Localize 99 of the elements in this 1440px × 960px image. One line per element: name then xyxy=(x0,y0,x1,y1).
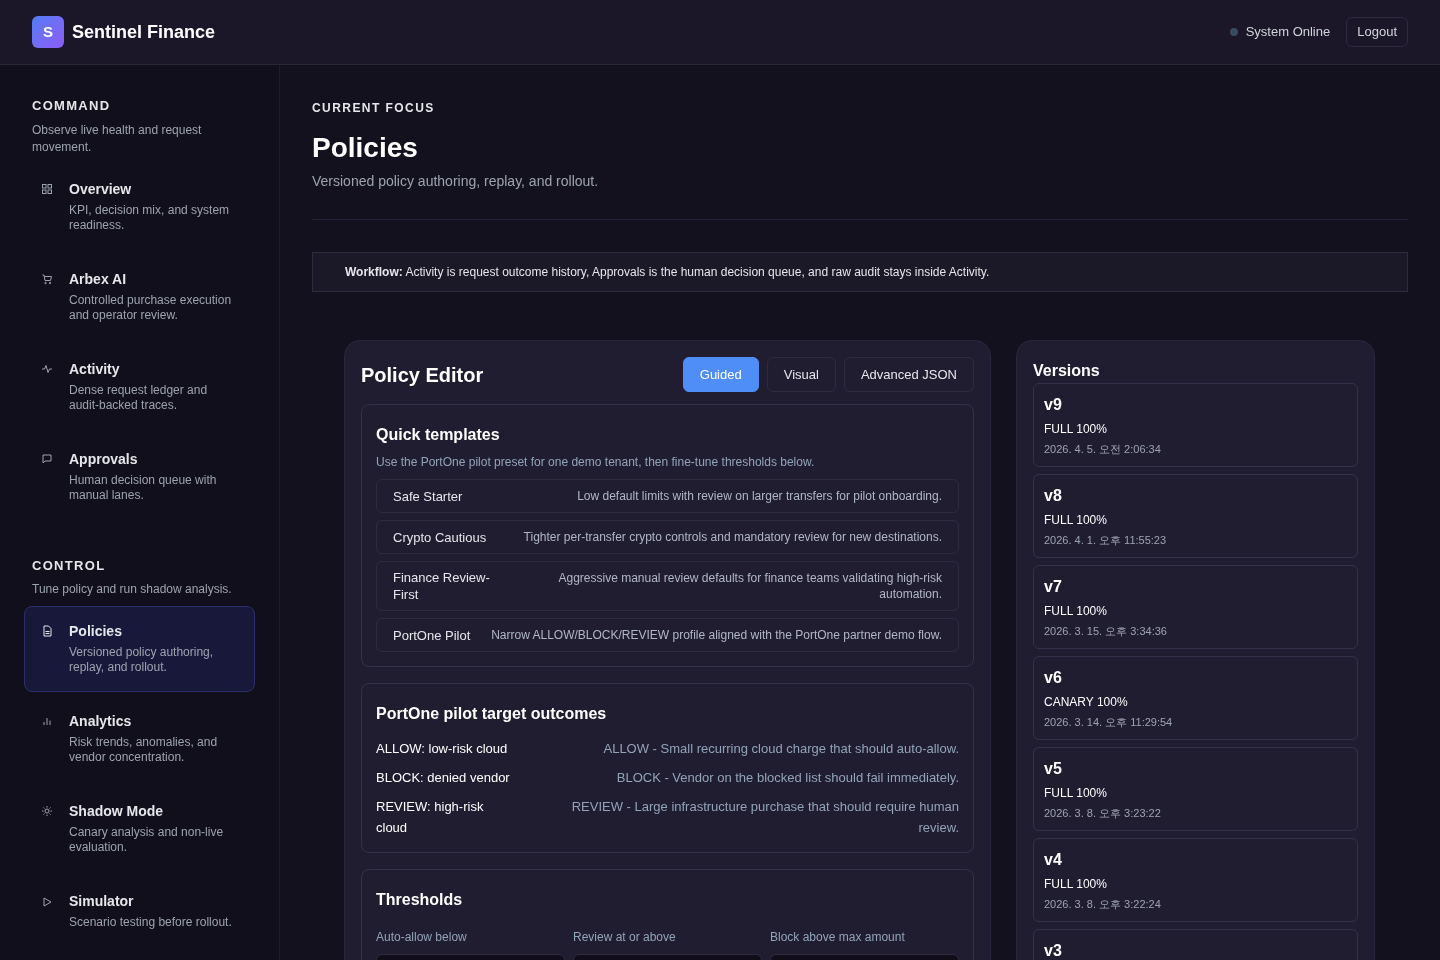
outcome-description: BLOCK - Vendor on the blocked list should fail immediately. xyxy=(615,769,959,787)
nav-item-title: Analytics xyxy=(69,712,133,731)
outcome-description: ALLOW - Small recurring cloud charge that should auto-allow. xyxy=(602,740,959,758)
version-timestamp: 2026. 4. 1. 오후 11:55:23 xyxy=(1044,533,1168,548)
section-title: COMMAND xyxy=(31,97,112,115)
nav-item[interactable]: Analytics Risk trends, anomalies, and vendor concentration. xyxy=(24,696,255,782)
nav-item-description: Versioned policy authoring, replay, and rollout. xyxy=(69,645,215,675)
nav-item[interactable]: Shadow Mode Canary analysis and non-live evaluation. xyxy=(24,786,255,872)
panel-title: Quick templates xyxy=(376,425,501,445)
workflow-banner: Workflow: Activity is request outcome history, Approvals is the human decision queue, and raw audit stays inside Activity. xyxy=(312,252,1408,292)
template-name: PortOne Pilot xyxy=(393,626,471,644)
version-item[interactable]: v6 CANARY 100% 2026. 3. 14. 오후 11:29:54 xyxy=(1033,656,1358,740)
nav-item[interactable]: Approvals Human decision queue with manual lanes. xyxy=(24,433,255,520)
version-rollout: FULL 100% xyxy=(1044,603,1108,620)
template-name: Crypto Cautious xyxy=(393,528,487,546)
nav-item-title: Arbex AI xyxy=(69,269,128,289)
logo: S xyxy=(32,16,64,48)
chat-icon xyxy=(41,452,53,465)
outcome-label: ALLOW: low-risk cloud xyxy=(376,740,509,758)
nav-item-title: Overview xyxy=(69,179,133,199)
version-number: v3 xyxy=(1044,942,1063,960)
nav-item-title: Approvals xyxy=(69,449,139,469)
version-number: v9 xyxy=(1044,396,1063,414)
document-icon xyxy=(41,625,53,637)
template-description: Narrow ALLOW/BLOCK/REVIEW profile aligned with the PortOne partner demo flow. xyxy=(490,627,942,643)
eyebrow-label: CURRENT FOCUS xyxy=(312,100,436,117)
template-option[interactable]: Crypto Cautious Tighter per-transfer crypto controls and mandatory review for new destinations. xyxy=(376,520,959,554)
grid-icon xyxy=(41,182,53,195)
version-rollout: FULL 100% xyxy=(1044,512,1108,529)
cart-icon xyxy=(41,272,53,285)
version-number: v4 xyxy=(1044,851,1063,869)
version-rollout: FULL 100% xyxy=(1044,785,1108,802)
version-rollout: FULL 100% xyxy=(1044,421,1108,438)
status-text: System Online xyxy=(1245,23,1331,42)
version-timestamp: 2026. 3. 8. 오후 3:23:22 xyxy=(1044,806,1162,821)
nav-item-title: Policies xyxy=(69,622,123,641)
nav-item-description: Human decision queue with manual lanes. xyxy=(69,472,218,503)
version-rollout: FULL 100% xyxy=(1044,876,1108,893)
template-description: Aggressive manual review defaults for finance teams validating high-risk automation. xyxy=(557,570,942,602)
bar-chart-icon xyxy=(41,715,53,727)
nav-item-title: Shadow Mode xyxy=(69,802,165,821)
pulse-icon xyxy=(41,362,53,375)
version-timestamp: 2026. 3. 8. 오후 3:22:24 xyxy=(1044,897,1162,912)
version-item[interactable]: v5 FULL 100% 2026. 3. 8. 오후 3:23:22 xyxy=(1033,747,1358,831)
outcome-label: REVIEW: high-risk cloud xyxy=(376,798,485,837)
section-subtitle: Tune policy and run shadow analysis. xyxy=(31,581,233,598)
field-label: Block above max amount xyxy=(770,929,906,946)
editor-tab[interactable]: Advanced JSON xyxy=(843,357,974,392)
panel-title: Thresholds xyxy=(376,890,464,910)
sun-icon xyxy=(41,805,53,817)
page-title: Policies xyxy=(312,131,419,165)
panel-subtitle: Use the PortOne pilot preset for one demo tenant, then fine-tune thresholds below. xyxy=(376,454,816,471)
editor-title: Policy Editor xyxy=(361,362,484,388)
brand-name: Sentinel Finance xyxy=(72,20,216,44)
section-subtitle: Observe live health and request movement. xyxy=(31,121,203,156)
nav-item[interactable]: Policies Versioned policy authoring, replay, and rollout. xyxy=(24,606,255,692)
template-name: Finance Review-First xyxy=(393,569,491,603)
nav-item-title: Activity xyxy=(69,359,121,379)
play-icon xyxy=(41,895,53,909)
template-option[interactable]: Finance Review-First Aggressive manual review defaults for finance teams validating high-risk automation. xyxy=(376,561,959,611)
version-timestamp: 2026. 3. 14. 오후 11:29:54 xyxy=(1044,715,1174,730)
nav-item-title: Simulator xyxy=(69,892,135,911)
nav-item[interactable]: Activity Dense request ledger and audit-backed traces. xyxy=(24,343,255,430)
template-option[interactable]: Safe Starter Low default limits with review on larger transfers for pilot onboarding. xyxy=(376,479,959,513)
nav-item-description: KPI, decision mix, and system readiness. xyxy=(69,202,231,233)
nav-item[interactable]: Simulator Scenario testing before rollout. xyxy=(24,876,255,960)
versions-title: Versions xyxy=(1033,361,1101,381)
version-number: v6 xyxy=(1044,669,1063,687)
nav-item[interactable]: Arbex AI Controlled purchase execution and operator review. xyxy=(24,253,255,340)
version-number: v7 xyxy=(1044,578,1063,596)
version-rollout: CANARY 100% xyxy=(1044,694,1129,711)
template-description: Low default limits with review on larger transfers for pilot onboarding. xyxy=(576,488,942,504)
field-label: Auto-allow below xyxy=(376,929,468,946)
version-number: v8 xyxy=(1044,487,1063,505)
version-item[interactable]: v3 xyxy=(1033,929,1358,960)
page-subtitle: Versioned policy authoring, replay, and rollout. xyxy=(312,172,600,191)
version-item[interactable]: v4 FULL 100% 2026. 3. 8. 오후 3:22:24 xyxy=(1033,838,1358,922)
version-item[interactable]: v7 FULL 100% 2026. 3. 15. 오후 3:34:36 xyxy=(1033,565,1358,649)
version-item[interactable]: v8 FULL 100% 2026. 4. 1. 오후 11:55:23 xyxy=(1033,474,1358,558)
version-number: v5 xyxy=(1044,760,1063,778)
section-title: CONTROL xyxy=(31,556,107,575)
nav-item-description: Dense request ledger and audit-backed traces. xyxy=(69,382,209,413)
panel-title: PortOne pilot target outcomes xyxy=(376,704,608,724)
template-option[interactable]: PortOne Pilot Narrow ALLOW/BLOCK/REVIEW profile aligned with the PortOne partner demo flow. xyxy=(376,618,959,652)
logout-button[interactable]: Logout xyxy=(1346,17,1408,47)
nav-item-description: Risk trends, anomalies, and vendor concentration. xyxy=(69,735,219,765)
nav-item-description: Scenario testing before rollout. xyxy=(69,915,233,930)
field-label: Review at or above xyxy=(573,929,677,946)
template-description: Tighter per-transfer crypto controls and mandatory review for new destinations. xyxy=(522,529,942,545)
nav-item[interactable]: Overview KPI, decision mix, and system readiness. xyxy=(24,163,255,250)
outcome-label: BLOCK: denied vendor xyxy=(376,769,511,787)
nav-item-description: Controlled purchase execution and operator review. xyxy=(69,292,233,323)
version-item[interactable]: v9 FULL 100% 2026. 4. 5. 오전 2:06:34 xyxy=(1033,383,1358,467)
version-timestamp: 2026. 4. 5. 오전 2:06:34 xyxy=(1044,442,1162,457)
template-name: Safe Starter xyxy=(393,487,463,505)
outcome-description: REVIEW - Large infrastructure purchase that should require human review. xyxy=(570,798,959,837)
nav-item-description: Canary analysis and non-live evaluation. xyxy=(69,825,225,855)
version-timestamp: 2026. 3. 15. 오후 3:34:36 xyxy=(1044,624,1168,639)
editor-tab[interactable]: Visual xyxy=(766,357,836,392)
